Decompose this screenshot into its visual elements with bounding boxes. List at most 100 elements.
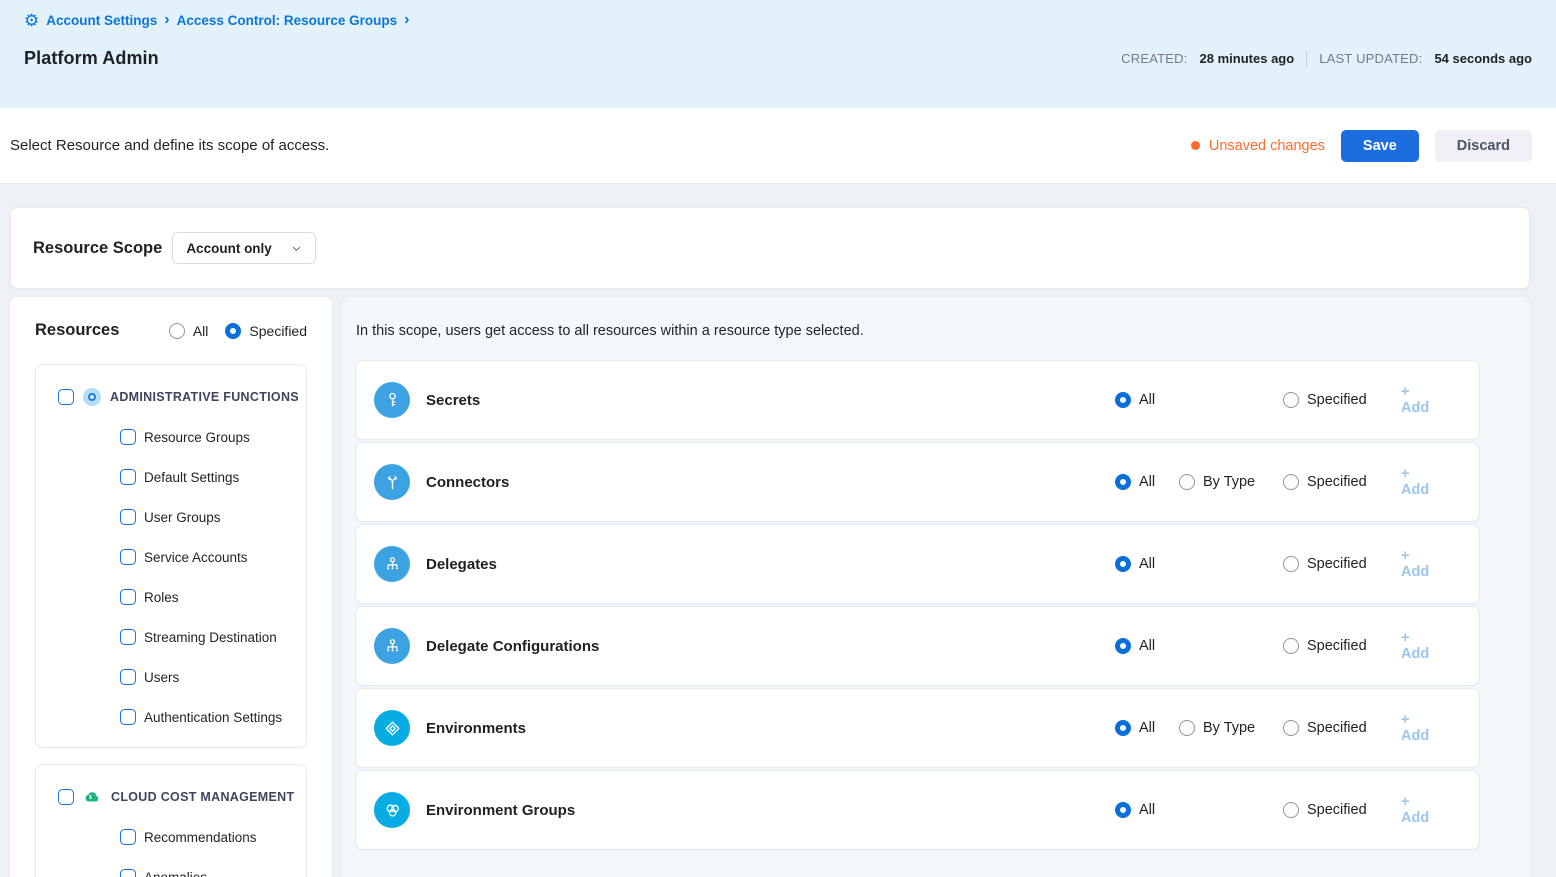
radio-icon[interactable] (1283, 556, 1299, 572)
sidebar-item-roles[interactable]: Roles (58, 577, 306, 617)
radio-all-label: All (1139, 392, 1155, 408)
page-title: Platform Admin (24, 48, 159, 69)
radio-icon[interactable] (1115, 474, 1131, 490)
radio-all[interactable]: All (1115, 638, 1179, 654)
breadcrumb-account-settings[interactable]: Account Settings (46, 13, 157, 28)
sidebar-item-resource-groups[interactable]: Resource Groups (58, 417, 306, 457)
sidebar-item-default-settings[interactable]: Default Settings (58, 457, 306, 497)
checkbox[interactable] (120, 549, 136, 565)
radio-icon[interactable] (1283, 638, 1299, 654)
sidebar-item-user-groups[interactable]: User Groups (58, 497, 306, 537)
radio-icon[interactable] (1115, 392, 1131, 408)
radio-by-type[interactable]: By Type (1179, 720, 1283, 736)
radio-by-type-label: By Type (1203, 474, 1255, 490)
radio-icon[interactable] (1283, 720, 1299, 736)
radio-icon[interactable] (1179, 720, 1195, 736)
resource-types-panel: In this scope, users get access to all r… (342, 297, 1530, 877)
delegate-icon (374, 546, 410, 582)
radio-specified[interactable]: Specified (1283, 392, 1401, 408)
created-value: 28 minutes ago (1200, 51, 1295, 66)
sidebar-item-authentication-settings[interactable]: Authentication Settings (58, 697, 306, 737)
add-button[interactable]: + Add (1401, 384, 1439, 416)
radio-all[interactable]: All (1115, 720, 1179, 736)
radio-all[interactable]: All (1115, 556, 1179, 572)
chevron-right-icon: › (404, 12, 409, 28)
key-icon (374, 382, 410, 418)
add-button[interactable]: + Add (1401, 630, 1439, 662)
radio-icon[interactable] (1115, 638, 1131, 654)
radio-all[interactable]: All (1115, 802, 1179, 818)
resources-radio-all[interactable]: All (169, 323, 209, 339)
add-button[interactable]: + Add (1401, 548, 1439, 580)
save-button[interactable]: Save (1341, 130, 1419, 162)
resources-sidebar: Resources All Specified A (10, 297, 332, 877)
sidebar-item-users[interactable]: Users (58, 657, 306, 697)
radio-all-label: All (1139, 474, 1155, 490)
radio-specified-label: Specified (1307, 474, 1367, 490)
checkbox[interactable] (120, 429, 136, 445)
resource-scope-value: Account only (186, 241, 272, 256)
item-label: Resource Groups (144, 430, 250, 445)
created-label: CREATED: (1121, 51, 1187, 66)
radio-all[interactable]: All (1115, 392, 1179, 408)
radio-specified-label: Specified (1307, 638, 1367, 654)
checkbox[interactable] (120, 709, 136, 725)
item-label: Authentication Settings (144, 710, 282, 725)
breadcrumb: ⚙ Account Settings › Access Control: Res… (24, 8, 1532, 32)
radio-all-label: All (1139, 802, 1155, 818)
item-label: Anomalies (144, 870, 207, 877)
sidebar-item-anomalies[interactable]: Anomalies (58, 857, 306, 877)
checkbox[interactable] (120, 669, 136, 685)
item-label: Recommendations (144, 830, 257, 845)
environment-group-icon (374, 792, 410, 828)
radio-specified[interactable]: Specified (1283, 802, 1401, 818)
radio-icon[interactable] (1179, 474, 1195, 490)
resource-row-environment-groups: Environment Groups All Specified + Add (355, 770, 1480, 850)
radio-specified[interactable]: Specified (1283, 474, 1401, 490)
toolbar-description: Select Resource and define its scope of … (10, 137, 329, 154)
checkbox[interactable] (120, 829, 136, 845)
radio-icon[interactable] (1115, 720, 1131, 736)
sidebar-item-streaming-destination[interactable]: Streaming Destination (58, 617, 306, 657)
resource-row-delegates: Delegates All Specified + Add (355, 524, 1480, 604)
radio-specified[interactable]: Specified (1283, 556, 1401, 572)
discard-button[interactable]: Discard (1435, 130, 1532, 162)
checkbox[interactable] (120, 869, 136, 877)
group-checkbox[interactable] (58, 389, 74, 405)
radio-icon[interactable] (1283, 392, 1299, 408)
checkbox[interactable] (120, 509, 136, 525)
resource-scope-select[interactable]: Account only (172, 232, 316, 264)
radio-icon[interactable] (1115, 802, 1131, 818)
radio-icon[interactable] (225, 323, 241, 339)
group-checkbox[interactable] (58, 789, 74, 805)
item-label: Default Settings (144, 470, 239, 485)
radio-icon[interactable] (169, 323, 185, 339)
resource-scope-card: Resource Scope Account only (10, 207, 1530, 289)
radio-icon[interactable] (1283, 474, 1299, 490)
checkbox[interactable] (120, 629, 136, 645)
radio-by-type[interactable]: By Type (1179, 474, 1283, 490)
radio-icon[interactable] (1115, 556, 1131, 572)
breadcrumb-resource-groups[interactable]: Access Control: Resource Groups (177, 13, 398, 28)
radio-specified[interactable]: Specified (1283, 720, 1401, 736)
sidebar-item-service-accounts[interactable]: Service Accounts (58, 537, 306, 577)
cloud-dollar-icon: $ (83, 788, 102, 807)
radio-all[interactable]: All (1115, 474, 1179, 490)
add-button[interactable]: + Add (1401, 794, 1439, 826)
radio-all-label: All (1139, 556, 1155, 572)
resources-radio-specified[interactable]: Specified (225, 323, 307, 339)
radio-specified[interactable]: Specified (1283, 638, 1401, 654)
sidebar-item-recommendations[interactable]: Recommendations (58, 817, 306, 857)
radio-icon[interactable] (1283, 802, 1299, 818)
checkbox[interactable] (120, 469, 136, 485)
group-label: ADMINISTRATIVE FUNCTIONS (110, 390, 299, 404)
add-button[interactable]: + Add (1401, 466, 1439, 498)
resource-row-environments: Environments All By Type Specified + Add (355, 688, 1480, 768)
checkbox[interactable] (120, 589, 136, 605)
radio-specified-label: Specified (1307, 392, 1367, 408)
connector-icon (374, 464, 410, 500)
add-button[interactable]: + Add (1401, 712, 1439, 744)
resource-name: Connectors (426, 474, 509, 491)
page-header: ⚙ Account Settings › Access Control: Res… (0, 0, 1556, 108)
action-toolbar: Select Resource and define its scope of … (0, 108, 1556, 184)
